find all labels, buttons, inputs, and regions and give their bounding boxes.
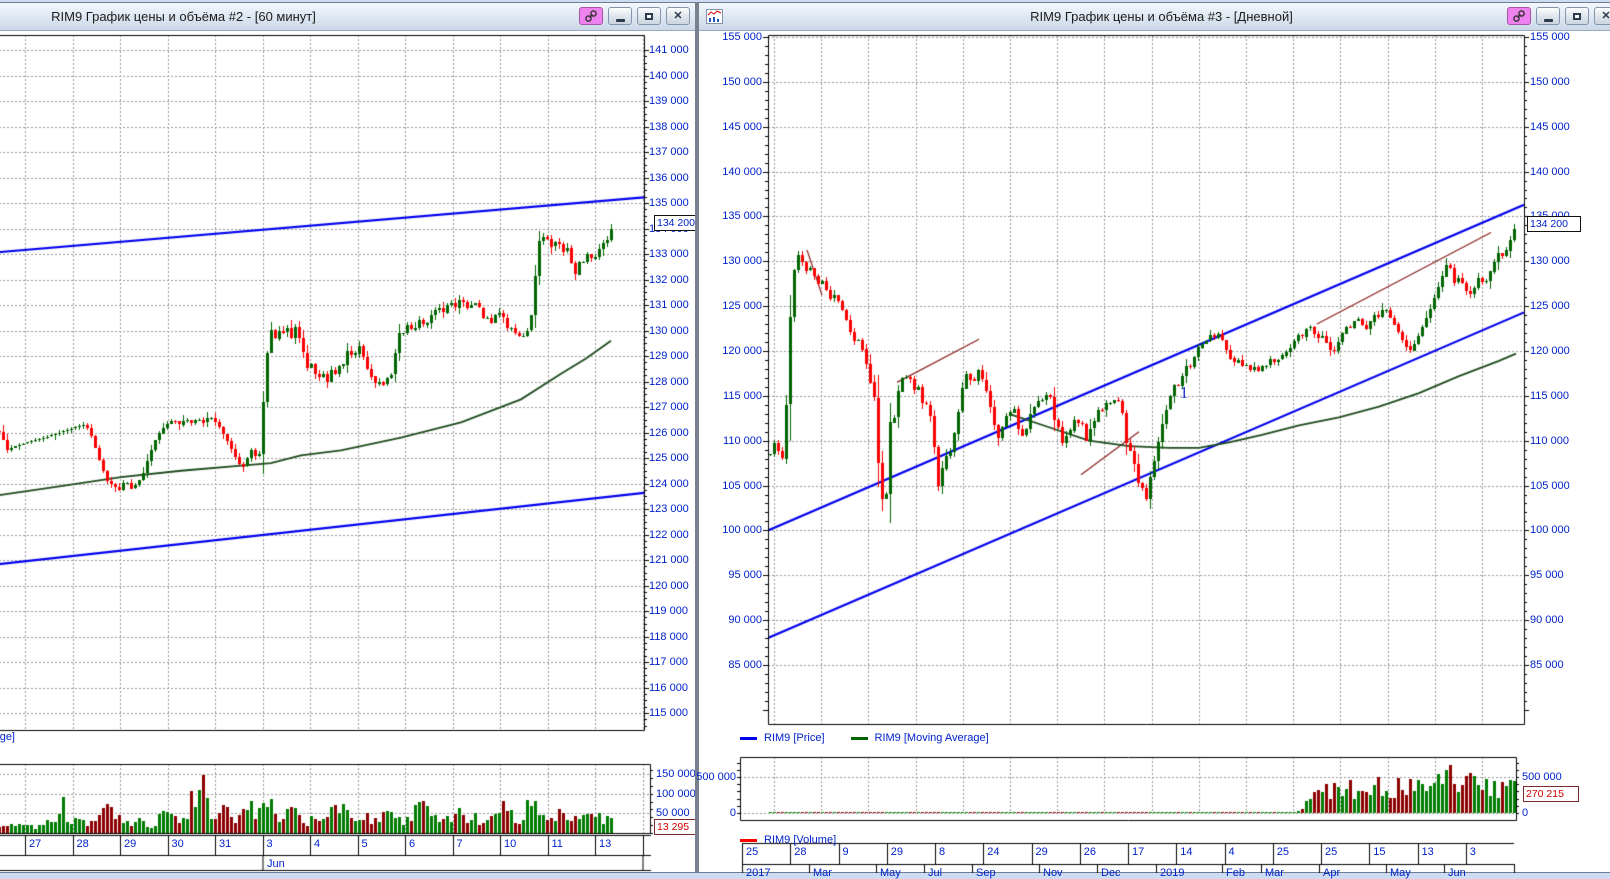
restore-icon bbox=[645, 13, 653, 20]
minimize-button[interactable] bbox=[1536, 7, 1560, 25]
link-icon bbox=[584, 9, 598, 23]
close-button[interactable]: ✕ bbox=[666, 7, 690, 25]
close-button[interactable]: ✕ bbox=[1594, 7, 1610, 25]
close-icon: ✕ bbox=[1601, 11, 1610, 22]
titlebar[interactable]: RIM9 График цены и объёма #2 - [60 минут… bbox=[0, 3, 696, 31]
close-icon: ✕ bbox=[673, 11, 682, 22]
window-title: RIM9 График цены и объёма #2 - [60 минут… bbox=[51, 9, 316, 24]
titlebar-buttons: ✕ bbox=[579, 7, 690, 25]
restore-icon bbox=[1573, 13, 1581, 20]
link-icon bbox=[1512, 9, 1526, 23]
link-button[interactable] bbox=[1507, 7, 1531, 25]
window-chart-daily: RIM9 График цены и объёма #3 - [Дневной]… bbox=[695, 2, 1610, 873]
price-volume-chart-canvas[interactable] bbox=[699, 31, 1610, 873]
price-volume-chart-canvas[interactable] bbox=[0, 31, 696, 873]
link-button[interactable] bbox=[579, 7, 603, 25]
restore-button[interactable] bbox=[637, 7, 661, 25]
titlebar-buttons: ✕ bbox=[1507, 7, 1610, 25]
chart-icon bbox=[706, 9, 723, 24]
minimize-icon bbox=[616, 19, 625, 22]
titlebar[interactable]: RIM9 График цены и объёма #3 - [Дневной]… bbox=[699, 3, 1610, 31]
restore-button[interactable] bbox=[1565, 7, 1589, 25]
chart-content: 141 000140 000139 000138 000137 000136 0… bbox=[0, 31, 696, 873]
minimize-icon bbox=[1544, 19, 1553, 22]
window-chart-60min: RIM9 График цены и объёма #2 - [60 минут… bbox=[0, 2, 700, 873]
window-title: RIM9 График цены и объёма #3 - [Дневной] bbox=[1030, 9, 1293, 24]
minimize-button[interactable] bbox=[608, 7, 632, 25]
chart-content: 155 000155 000150 000150 000145 000145 0… bbox=[699, 31, 1610, 873]
